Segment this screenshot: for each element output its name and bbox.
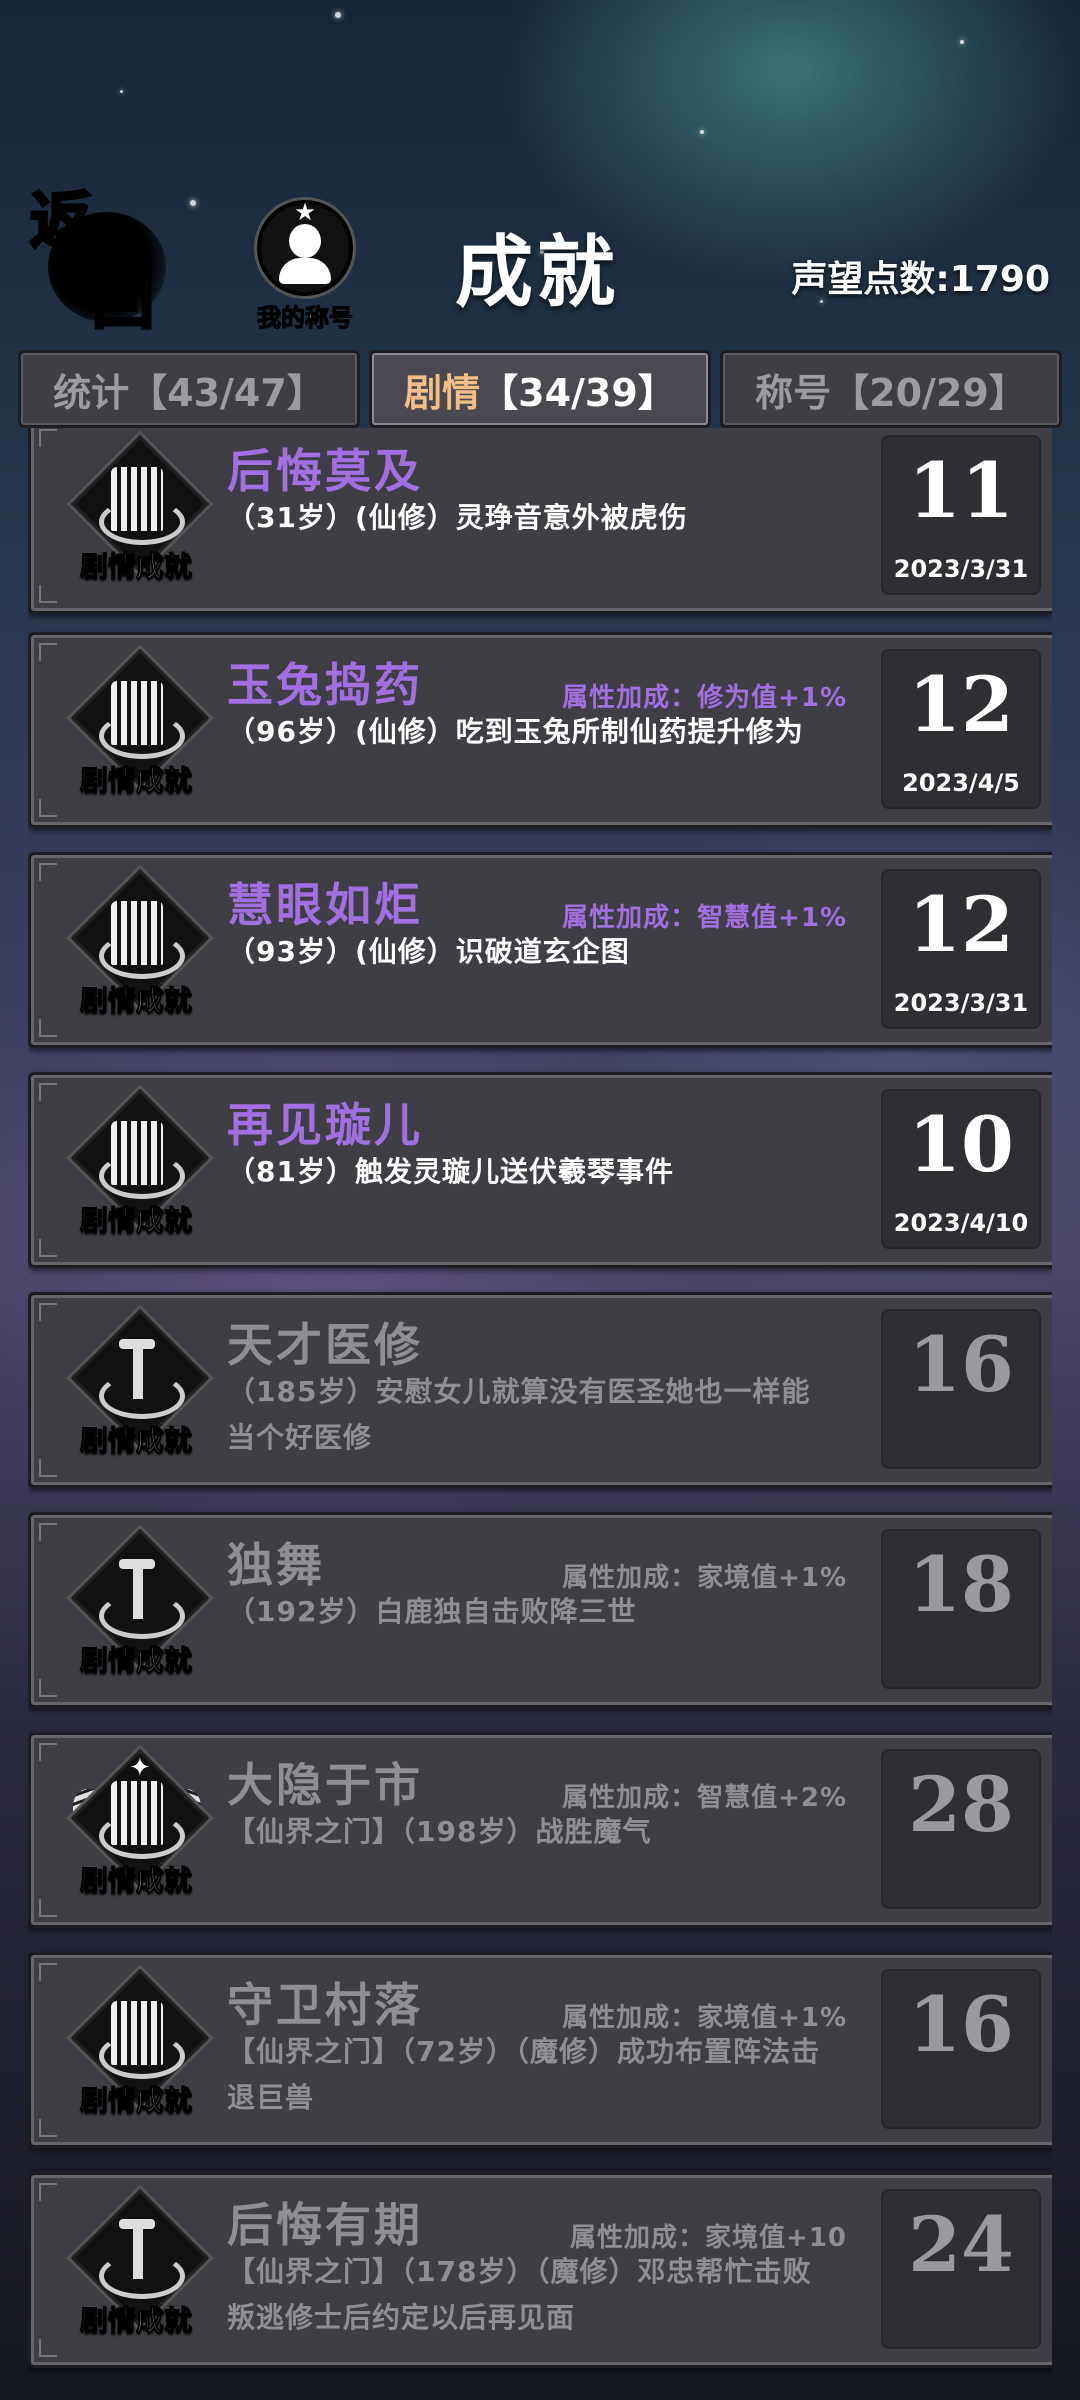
- back-button[interactable]: 返 回: [28, 184, 170, 340]
- winged-emblem-icon: ✦ 剧情成就: [61, 1748, 211, 1905]
- score-box: 28: [881, 1749, 1041, 1909]
- person-badge-icon: ★: [257, 198, 353, 296]
- achievement-description: 【仙界之门】（178岁）（魔修）邓忠帮忙击败叛逃修士后约定以后再见面: [227, 2255, 812, 2334]
- my-title-label: 我的称号: [257, 304, 354, 333]
- card-corner: [39, 1523, 57, 1541]
- emblem-label: 剧情成就: [79, 2304, 192, 2338]
- achievement-list[interactable]: ✦剧情成就后悔莫及（31岁）(仙修）灵琤音意外被虎伤112023/3/31✦剧情…: [28, 428, 1052, 2400]
- achievement-description: （96岁）(仙修）吃到玉兔所制仙药提升修为: [227, 715, 804, 748]
- emblem-label: 剧情成就: [79, 764, 192, 798]
- achievement-title: 大隐于市: [227, 1758, 423, 1812]
- card-corner: [39, 1239, 57, 1257]
- emblem-label: 剧情成就: [79, 550, 192, 584]
- card-corner: [39, 1083, 57, 1101]
- score-box: 11 2023/3/31: [881, 435, 1041, 595]
- achievement-description: 【仙界之门】（198岁）战胜魔气: [227, 1815, 652, 1848]
- emblem-label: 剧情成就: [79, 1644, 192, 1678]
- achievement-description: 【仙界之门】（72岁）（魔修）成功布置阵法击退巨兽: [227, 2035, 820, 2114]
- achievement-score: 28: [908, 1760, 1014, 1849]
- bars-swirl-icon: ✦剧情成就: [61, 868, 211, 1025]
- achievement-title: 玉兔捣药: [227, 658, 423, 712]
- achievement-card[interactable]: ✦剧情成就后悔莫及（31岁）(仙修）灵琤音意外被虎伤 11 2023/3/31: [28, 428, 1052, 614]
- achievement-description: （81岁）触发灵璇儿送伏羲琴事件: [227, 1155, 674, 1188]
- achievement-title: 慧眼如炬: [227, 878, 423, 932]
- completion-date: 2023/4/10: [893, 1209, 1029, 1237]
- score-box: 10 2023/4/10: [881, 1089, 1041, 1249]
- emblem-label: 剧情成就: [79, 1864, 192, 1898]
- sword-swirl-icon: ✦剧情成就: [61, 1308, 211, 1465]
- achievement-card[interactable]: ✦剧情成就玉兔捣药属性加成：修为值+1%（96岁）(仙修）吃到玉兔所制仙药提升修…: [28, 632, 1052, 828]
- bars-swirl-icon: ✦剧情成就: [61, 1088, 211, 1245]
- card-corner: [39, 799, 57, 817]
- achievement-score: 24: [908, 2200, 1014, 2289]
- achievement-card[interactable]: ✦剧情成就独舞属性加成：家境值+1%（192岁）白鹿独自击败降三世18: [28, 1512, 1052, 1708]
- card-corner: [39, 429, 57, 447]
- achievement-title: 后悔莫及: [227, 444, 423, 498]
- header: 返 回 ★ 我的称号 成就 声望点数:1790: [0, 180, 1080, 350]
- achievement-card[interactable]: ✦剧情成就天才医修（185岁）安慰女儿就算没有医圣她也一样能当个好医修 16: [28, 1292, 1052, 1488]
- card-corner: [39, 2183, 57, 2201]
- score-box: 24: [881, 2189, 1041, 2349]
- achievement-title: 后悔有期: [227, 2198, 423, 2252]
- card-corner: [39, 643, 57, 661]
- score-box: 16: [881, 1969, 1041, 2129]
- card-corner: [39, 1303, 57, 1321]
- card-corner: [39, 2119, 57, 2137]
- my-title-button[interactable]: ★ 我的称号: [245, 198, 365, 340]
- page-title: 成就: [455, 228, 620, 318]
- completion-date: 2023/3/31: [893, 555, 1029, 583]
- achievement-score: 16: [908, 1320, 1014, 1409]
- achievement-card[interactable]: ✦ 剧情成就 大隐于市 属性加成：智慧值+2% 【仙界之门】（198岁）战胜魔气 28: [28, 1732, 1052, 1928]
- achievement-card[interactable]: ✦剧情成就守卫村落属性加成：家境值+1%【仙界之门】（72岁）（魔修）成功布置阵…: [28, 1952, 1052, 2148]
- card-corner: [39, 585, 57, 603]
- back-label-bottom: 回: [90, 264, 155, 337]
- achievement-score: 12: [908, 880, 1014, 969]
- tab-statistics[interactable]: 统计 【43/47】: [18, 350, 360, 428]
- card-corner: [39, 1019, 57, 1037]
- achievement-card[interactable]: ✦剧情成就慧眼如炬属性加成：智慧值+1%（93岁）(仙修）识破道玄企图12202…: [28, 852, 1052, 1048]
- score-box: 12 2023/4/5: [881, 649, 1041, 809]
- bars-swirl-icon: ✦剧情成就: [61, 648, 211, 805]
- achievement-score: 18: [908, 1540, 1014, 1629]
- emblem-label: 剧情成就: [79, 1424, 192, 1458]
- score-box: 16: [881, 1309, 1041, 1469]
- tab-titles[interactable]: 称号 【20/29】: [720, 350, 1062, 428]
- completion-date: 2023/4/5: [902, 769, 1020, 797]
- score-box: 18: [881, 1529, 1041, 1689]
- achievement-description: （192岁）白鹿独自击败降三世: [227, 1595, 637, 1628]
- score-box: 12 2023/3/31: [881, 869, 1041, 1029]
- card-corner: [39, 863, 57, 881]
- achievement-title: 再见璇儿: [227, 1098, 423, 1152]
- card-corner: [39, 1459, 57, 1477]
- achievement-score: 10: [908, 1100, 1014, 1189]
- achievement-card[interactable]: ✦剧情成就再见璇儿（81岁）触发灵璇儿送伏羲琴事件 10 2023/4/10: [28, 1072, 1052, 1268]
- achievement-description: （185岁）安慰女儿就算没有医圣她也一样能当个好医修: [227, 1375, 811, 1454]
- card-corner: [39, 1743, 57, 1761]
- card-corner: [39, 1963, 57, 1981]
- emblem-label: 剧情成就: [79, 2084, 192, 2118]
- card-corner: [39, 2339, 57, 2357]
- bars-swirl-icon: ✦剧情成就: [61, 1968, 211, 2125]
- emblem-label: 剧情成就: [79, 984, 192, 1018]
- card-corner: [39, 1899, 57, 1917]
- achievement-description: （31岁）(仙修）灵琤音意外被虎伤: [227, 501, 688, 534]
- bars-swirl-icon: ✦剧情成就: [61, 434, 211, 591]
- emblem-label: 剧情成就: [79, 1204, 192, 1238]
- tab-bar: 统计 【43/47】 剧情 【34/39】 称号 【20/29】: [18, 350, 1062, 428]
- achievement-title: 天才医修: [227, 1318, 423, 1372]
- sword-swirl-icon: ✦剧情成就: [61, 2188, 211, 2345]
- achievement-score: 16: [908, 1980, 1014, 2069]
- achievement-title: 守卫村落: [227, 1978, 423, 2032]
- fame-points: 声望点数:1790: [791, 259, 1050, 300]
- sword-swirl-icon: ✦剧情成就: [61, 1528, 211, 1685]
- achievement-card[interactable]: ✦剧情成就后悔有期属性加成：家境值+10【仙界之门】（178岁）（魔修）邓忠帮忙…: [28, 2172, 1052, 2368]
- completion-date: 2023/3/31: [893, 989, 1029, 1017]
- card-corner: [39, 1679, 57, 1697]
- achievement-score: 12: [908, 660, 1014, 749]
- achievement-title: 独舞: [227, 1538, 325, 1592]
- achievement-description: （93岁）(仙修）识破道玄企图: [227, 935, 630, 968]
- back-label-top: 返: [28, 184, 93, 257]
- tab-story[interactable]: 剧情 【34/39】: [369, 350, 711, 428]
- achievement-score: 11: [908, 446, 1014, 535]
